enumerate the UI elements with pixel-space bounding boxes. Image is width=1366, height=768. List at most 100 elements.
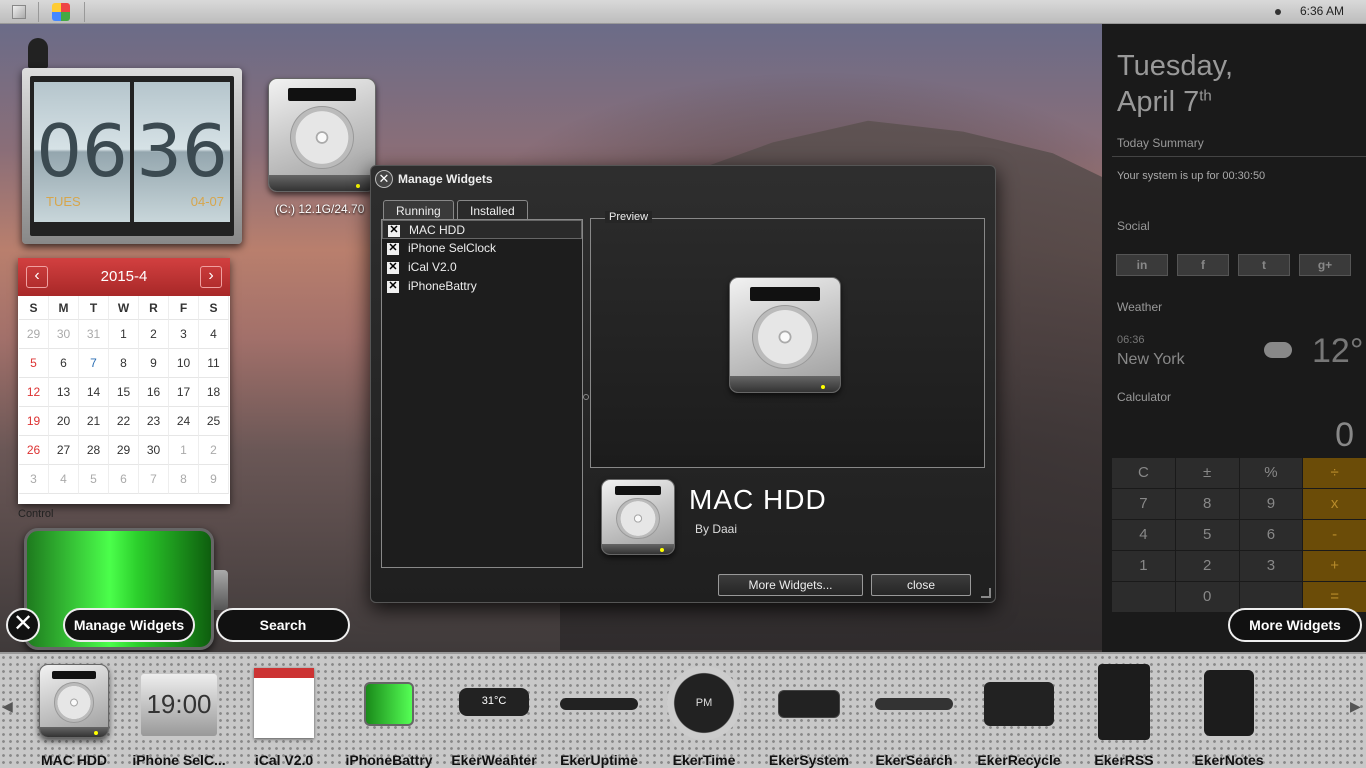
calculator-key[interactable]: C bbox=[1112, 458, 1175, 488]
calendar-day[interactable]: 28 bbox=[79, 436, 109, 465]
calculator-key[interactable]: ÷ bbox=[1303, 458, 1366, 488]
calendar-day[interactable]: 6 bbox=[49, 349, 79, 378]
dialog-close-icon[interactable]: ✕ bbox=[375, 170, 393, 188]
calendar-day[interactable]: 29 bbox=[109, 436, 139, 465]
calendar-day[interactable]: 25 bbox=[199, 407, 229, 436]
calendar-day[interactable]: 4 bbox=[49, 465, 79, 494]
iphone-selclock-widget[interactable]: 06 36 TUES 04-07 bbox=[22, 68, 242, 244]
calendar-day[interactable]: 30 bbox=[49, 320, 79, 349]
calendar-day[interactable]: 10 bbox=[169, 349, 199, 378]
calculator-key[interactable]: x bbox=[1303, 489, 1366, 519]
twitter-icon[interactable]: t bbox=[1238, 254, 1290, 276]
calendar-day[interactable]: 8 bbox=[169, 465, 199, 494]
tray-item-iphone-battery[interactable]: iPhoneBattry bbox=[337, 652, 441, 768]
calendar-day[interactable]: 20 bbox=[49, 407, 79, 436]
calendar-day[interactable]: 1 bbox=[169, 436, 199, 465]
calculator-key[interactable]: + bbox=[1303, 551, 1366, 581]
calendar-day[interactable]: 12 bbox=[19, 378, 49, 407]
tray-item-mac-hdd[interactable]: MAC HDD bbox=[22, 652, 126, 768]
calendar-day[interactable]: 26 bbox=[19, 436, 49, 465]
list-item[interactable]: ✕ iCal V2.0 bbox=[382, 258, 582, 277]
checkbox[interactable]: ✕ bbox=[388, 225, 400, 237]
calendar-day[interactable]: 13 bbox=[49, 378, 79, 407]
tray-item-eker-time[interactable]: PM EkerTime bbox=[652, 652, 756, 768]
list-item[interactable]: ✕ iPhone SelClock bbox=[382, 239, 582, 258]
calculator-key[interactable]: 7 bbox=[1112, 489, 1175, 519]
calendar-day[interactable]: 5 bbox=[19, 349, 49, 378]
calendar-day[interactable]: 3 bbox=[169, 320, 199, 349]
close-button[interactable]: close bbox=[871, 574, 971, 596]
checkbox[interactable]: ✕ bbox=[387, 243, 399, 255]
calendar-day[interactable]: 23 bbox=[139, 407, 169, 436]
calendar-day[interactable]: 27 bbox=[49, 436, 79, 465]
tray-item-iphone-selclock[interactable]: 19:00 iPhone SelC... bbox=[127, 652, 231, 768]
calendar-day[interactable]: 5 bbox=[79, 465, 109, 494]
calculator-key[interactable]: 0 bbox=[1175, 582, 1239, 612]
calendar-day[interactable]: 14 bbox=[79, 378, 109, 407]
calendar-day[interactable]: 8 bbox=[109, 349, 139, 378]
calendar-day[interactable]: 22 bbox=[109, 407, 139, 436]
tray-item-eker-notes[interactable]: EkerNotes bbox=[1177, 652, 1281, 768]
tray-item-eker-uptime[interactable]: EkerUptime bbox=[547, 652, 651, 768]
calendar-day[interactable]: 30 bbox=[139, 436, 169, 465]
calendar-day[interactable]: 7 bbox=[139, 465, 169, 494]
list-item[interactable]: ✕ MAC HDD bbox=[382, 220, 582, 239]
calculator-key[interactable]: 1 bbox=[1112, 551, 1175, 581]
tray-item-eker-weather[interactable]: 31°C EkerWeahter bbox=[442, 652, 546, 768]
calculator-key[interactable]: 5 bbox=[1175, 520, 1239, 550]
ical-widget[interactable]: ‹ 2015-4 › S M T W R F S 29 30 31 1 2 3 4 5 6 7 8 9 10 11 12 1… bbox=[18, 258, 230, 504]
calendar-day[interactable]: 19 bbox=[19, 407, 49, 436]
notification-dot-icon[interactable] bbox=[1275, 9, 1281, 15]
calculator-key[interactable]: 6 bbox=[1239, 520, 1303, 550]
next-month-button[interactable]: › bbox=[200, 266, 222, 288]
calculator-key[interactable]: 2 bbox=[1175, 551, 1239, 581]
calendar-day[interactable]: 17 bbox=[169, 378, 199, 407]
calendar-day[interactable]: 29 bbox=[19, 320, 49, 349]
linkedin-icon[interactable]: in bbox=[1116, 254, 1168, 276]
calculator-key[interactable]: 9 bbox=[1239, 489, 1303, 519]
calculator-key[interactable]: % bbox=[1239, 458, 1303, 488]
calendar-day[interactable]: 4 bbox=[199, 320, 229, 349]
calendar-day[interactable]: 18 bbox=[199, 378, 229, 407]
calendar-day[interactable]: 1 bbox=[109, 320, 139, 349]
calendar-day[interactable]: 7 bbox=[79, 349, 109, 378]
calendar-day[interactable]: 6 bbox=[109, 465, 139, 494]
list-item[interactable]: ✕ iPhoneBattry bbox=[382, 277, 582, 296]
prev-month-button[interactable]: ‹ bbox=[26, 266, 48, 288]
splitter-handle[interactable] bbox=[583, 394, 589, 400]
calendar-day[interactable]: 9 bbox=[199, 465, 229, 494]
calendar-day[interactable]: 2 bbox=[139, 320, 169, 349]
window-icon[interactable] bbox=[12, 5, 26, 19]
calendar-day[interactable]: 16 bbox=[139, 378, 169, 407]
calculator-key[interactable]: - bbox=[1303, 520, 1366, 550]
calculator-key[interactable] bbox=[1112, 582, 1175, 612]
calculator-key[interactable]: 4 bbox=[1112, 520, 1175, 550]
calendar-day[interactable]: 3 bbox=[19, 465, 49, 494]
calendar-day[interactable]: 9 bbox=[139, 349, 169, 378]
calculator-key[interactable]: ± bbox=[1175, 458, 1239, 488]
search-button[interactable]: Search bbox=[216, 608, 350, 642]
calendar-day[interactable]: 31 bbox=[79, 320, 109, 349]
tray-item-eker-rss[interactable]: EkerRSS bbox=[1072, 652, 1176, 768]
mac-hdd-widget[interactable] bbox=[268, 78, 376, 192]
calendar-day[interactable]: 2 bbox=[199, 436, 229, 465]
tray-right-arrow-icon[interactable]: ▶ bbox=[1350, 698, 1361, 715]
more-widgets-button[interactable]: More Widgets... bbox=[718, 574, 863, 596]
tray-item-ical[interactable]: iCal V2.0 bbox=[232, 652, 336, 768]
tab-running[interactable]: Running bbox=[383, 200, 454, 220]
calculator-key[interactable]: 8 bbox=[1175, 489, 1239, 519]
tray-item-eker-search[interactable]: EkerSearch bbox=[862, 652, 966, 768]
tray-left-arrow-icon[interactable]: ◀ bbox=[2, 698, 13, 715]
calculator-key[interactable]: 3 bbox=[1239, 551, 1303, 581]
calendar-day[interactable]: 15 bbox=[109, 378, 139, 407]
app-logo-icon[interactable] bbox=[52, 3, 70, 21]
google-plus-icon[interactable]: g+ bbox=[1299, 254, 1351, 276]
calendar-day[interactable]: 11 bbox=[199, 349, 229, 378]
calendar-day[interactable]: 21 bbox=[79, 407, 109, 436]
checkbox[interactable]: ✕ bbox=[387, 262, 399, 274]
checkbox[interactable]: ✕ bbox=[387, 281, 399, 293]
resize-grip[interactable] bbox=[981, 588, 991, 598]
more-widgets-pill-button[interactable]: More Widgets bbox=[1228, 608, 1362, 642]
facebook-icon[interactable]: f bbox=[1177, 254, 1229, 276]
calendar-day[interactable]: 24 bbox=[169, 407, 199, 436]
